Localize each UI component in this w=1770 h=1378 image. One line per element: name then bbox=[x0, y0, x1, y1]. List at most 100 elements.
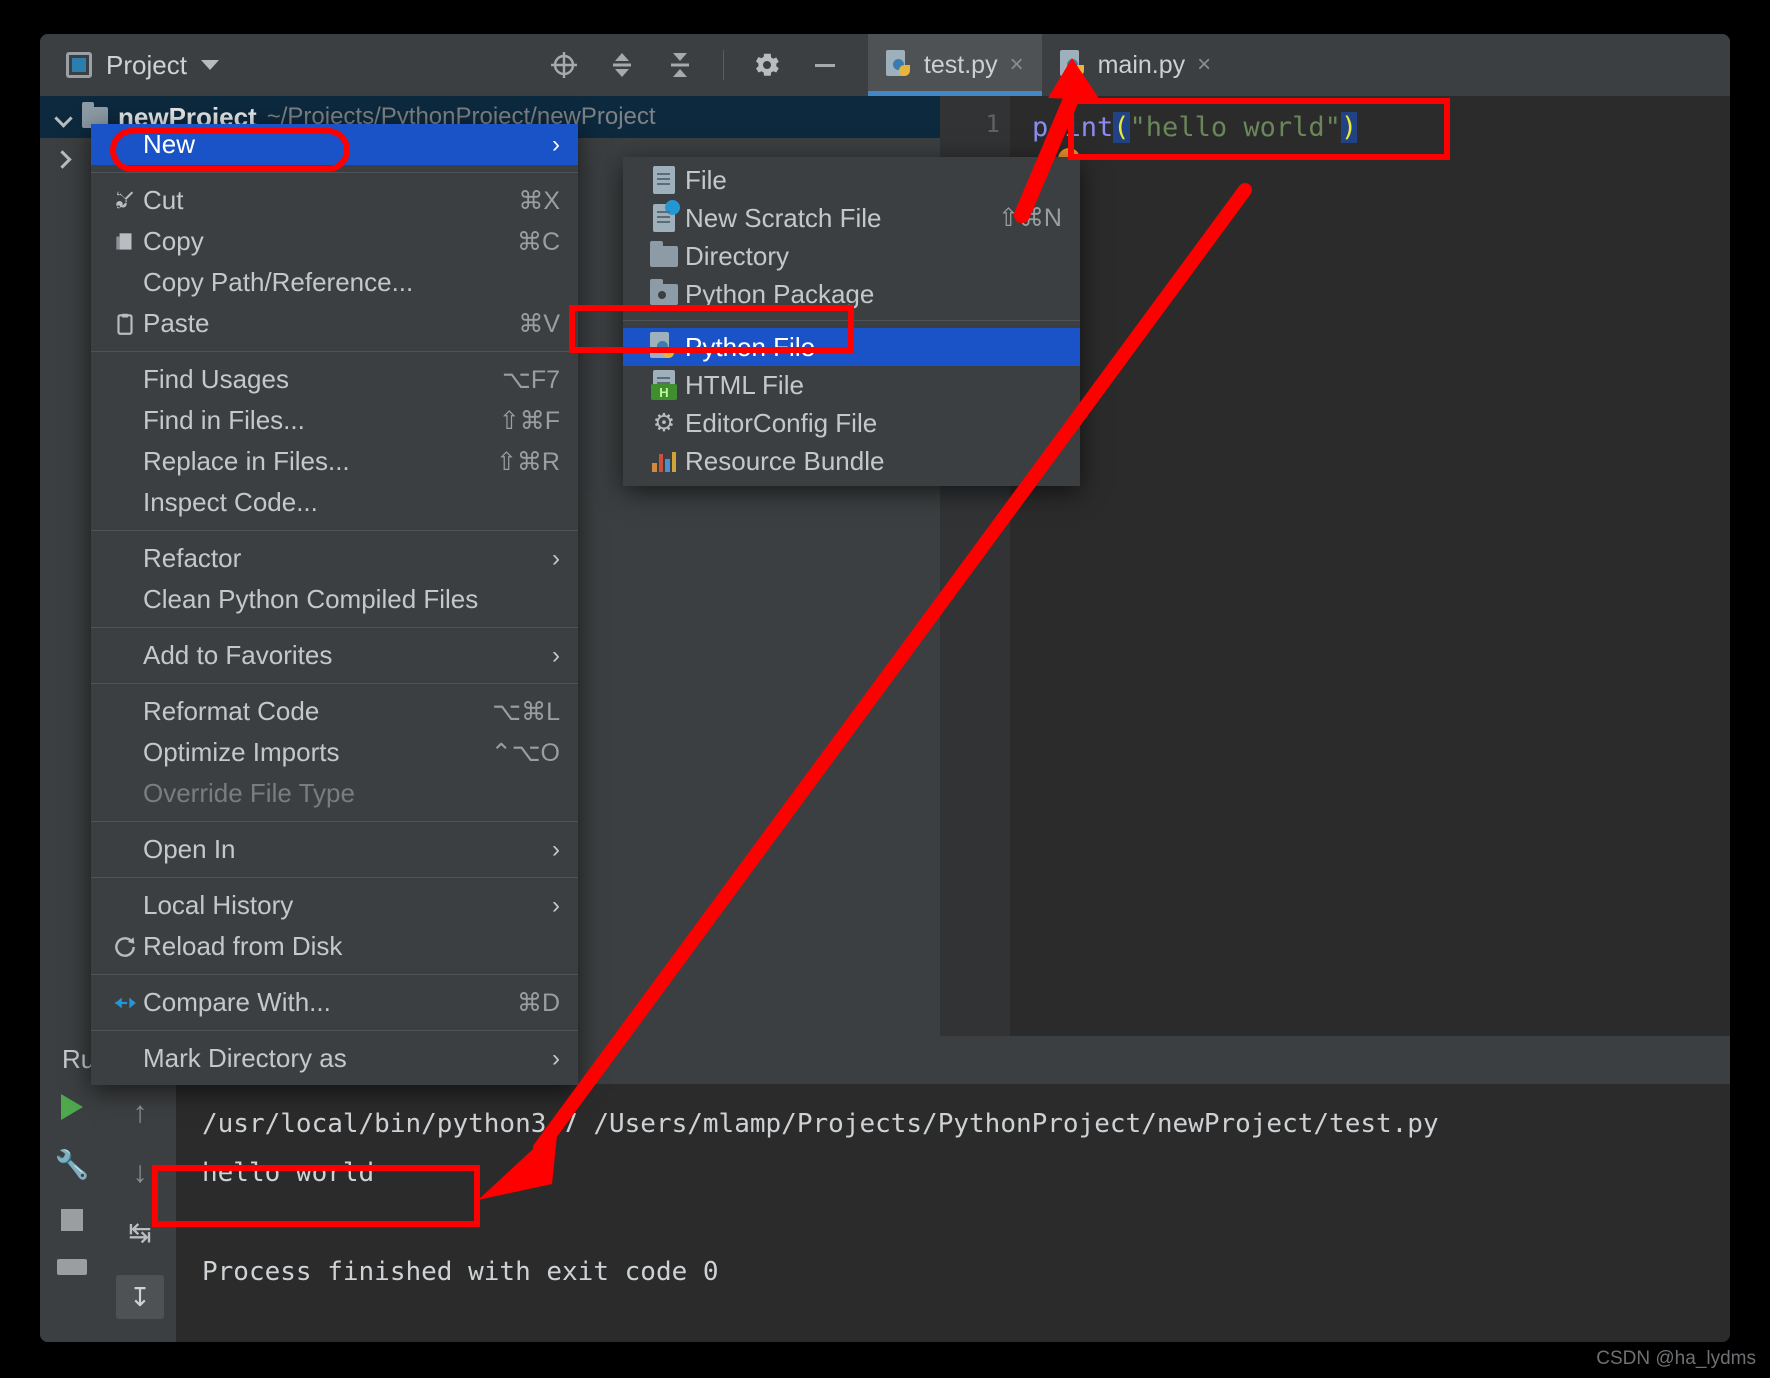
console-line-1: hello world bbox=[202, 1158, 375, 1189]
submenu-item-editorconfig-file[interactable]: ⚙ EditorConfig File bbox=[623, 404, 1080, 442]
soft-wrap-icon[interactable]: ↹ bbox=[128, 1216, 151, 1249]
menu-item-label: File bbox=[685, 164, 727, 195]
submenu-item-file[interactable]: File bbox=[623, 161, 1080, 199]
directory-icon bbox=[650, 240, 678, 267]
new-submenu[interactable]: File New Scratch File ⇧⌘N Directory Python P… bbox=[623, 157, 1080, 486]
menu-item-find-usages[interactable]: Find Usages ⌥F7 bbox=[91, 359, 578, 400]
submenu-item-directory[interactable]: Directory bbox=[623, 237, 1080, 275]
pycharm-window: Project test.py × main.py × newProject ~… bbox=[40, 34, 1730, 1342]
menu-item-new[interactable]: New › bbox=[91, 124, 578, 165]
submenu-item-resource-bundle[interactable]: Resource Bundle bbox=[623, 442, 1080, 480]
menu-item-replace-in-files[interactable]: Replace in Files... ⇧⌘R bbox=[91, 441, 578, 482]
menu-item-inspect-code[interactable]: Inspect Code... bbox=[91, 482, 578, 523]
menu-item-label: Inspect Code... bbox=[143, 487, 318, 517]
menu-item-label: Replace in Files... bbox=[143, 446, 350, 476]
submenu-item-new-scratch-file[interactable]: New Scratch File ⇧⌘N bbox=[623, 199, 1080, 237]
submenu-item-html-file[interactable]: H HTML File bbox=[623, 366, 1080, 404]
chevron-down-icon[interactable] bbox=[200, 60, 219, 70]
menu-item-icon bbox=[643, 166, 685, 194]
context-menu[interactable]: New › Cut ⌘X Copy ⌘C Copy Path/Reference... Pas… bbox=[91, 124, 578, 1085]
console-line-3: Process finished with exit code 0 bbox=[202, 1257, 719, 1288]
editor-tab-bar: test.py × main.py × bbox=[867, 34, 1230, 96]
menu-item-reformat-code[interactable]: Reformat Code ⌥⌘L bbox=[91, 691, 578, 732]
tab-test-py[interactable]: test.py × bbox=[867, 34, 1042, 96]
menu-item-label: Refactor bbox=[143, 543, 242, 573]
editor-code-area[interactable]: print("hello world") bbox=[1010, 96, 1730, 1036]
run-console-output[interactable]: /usr/local/bin/python3.7 /Users/mlamp/Pr… bbox=[176, 1084, 1730, 1342]
menu-item-label: EditorConfig File bbox=[685, 407, 878, 438]
wrench-icon[interactable]: 🔧 bbox=[55, 1148, 90, 1181]
menu-item-local-history[interactable]: Local History › bbox=[91, 885, 578, 926]
top-toolbar: Project test.py × main.py × bbox=[40, 34, 1730, 96]
menu-item-icon bbox=[643, 332, 685, 362]
chevron-right-icon: › bbox=[552, 130, 560, 158]
locate-icon[interactable] bbox=[549, 50, 579, 80]
run-body: 🔧 ↑ ↓ ↹ ↧ /usr/local/bin/python3.7 /User… bbox=[40, 1084, 1730, 1342]
menu-item-reload-from-disk[interactable]: Reload from Disk bbox=[91, 926, 578, 967]
run-actions-bar: 🔧 bbox=[40, 1084, 104, 1342]
menu-item-label: Python Package bbox=[685, 278, 875, 309]
menu-item-label: Clean Python Compiled Files bbox=[143, 584, 479, 614]
collapse-all-icon[interactable] bbox=[665, 50, 695, 80]
menu-item-paste[interactable]: Paste ⌘V bbox=[91, 303, 578, 344]
chevron-right-icon[interactable] bbox=[54, 150, 72, 168]
menu-item-copy-path-reference[interactable]: Copy Path/Reference... bbox=[91, 262, 578, 303]
menu-item-refactor[interactable]: Refactor › bbox=[91, 538, 578, 579]
project-tool-window-button[interactable]: Project bbox=[66, 50, 219, 81]
up-arrow-icon[interactable]: ↑ bbox=[133, 1096, 148, 1130]
console-line-0: /usr/local/bin/python3.7 /Users/mlamp/Pr… bbox=[202, 1109, 1439, 1139]
project-label: Project bbox=[106, 49, 187, 80]
menu-item-label: Mark Directory as bbox=[143, 1043, 347, 1073]
scroll-to-end-icon[interactable]: ↧ bbox=[116, 1275, 164, 1319]
menu-item-optimize-imports[interactable]: Optimize Imports ⌃⌥O bbox=[91, 732, 578, 773]
menu-item-shortcut: ⌘D bbox=[516, 988, 560, 1017]
tab-main-py[interactable]: main.py × bbox=[1042, 34, 1230, 96]
down-arrow-icon[interactable]: ↓ bbox=[133, 1156, 148, 1190]
rerun-icon[interactable] bbox=[61, 1094, 83, 1120]
menu-item-compare-with[interactable]: Compare With... ⌘D bbox=[91, 982, 578, 1023]
menu-item-label: New bbox=[143, 129, 196, 159]
watermark: CSDN @ha_lydms bbox=[1596, 1348, 1756, 1369]
chevron-down-icon[interactable] bbox=[54, 108, 72, 126]
close-icon[interactable]: × bbox=[1010, 51, 1024, 79]
submenu-item-python-file[interactable]: Python File bbox=[623, 328, 1080, 366]
project-panel-icon bbox=[66, 52, 92, 78]
menu-item-label: HTML File bbox=[685, 369, 804, 400]
chevron-right-icon: › bbox=[552, 544, 560, 572]
menu-separator bbox=[91, 627, 578, 628]
menu-item-copy[interactable]: Copy ⌘C bbox=[91, 221, 578, 262]
menu-item-cut[interactable]: Cut ⌘X bbox=[91, 180, 578, 221]
menu-item-label: Override File Type bbox=[143, 778, 355, 808]
menu-separator bbox=[91, 974, 578, 975]
menu-item-find-in-files[interactable]: Find in Files... ⇧⌘F bbox=[91, 400, 578, 441]
menu-item-mark-directory-as[interactable]: Mark Directory as › bbox=[91, 1038, 578, 1079]
chevron-right-icon: › bbox=[552, 891, 560, 919]
menu-item-override-file-type[interactable]: Override File Type bbox=[91, 773, 578, 814]
submenu-item-python-package[interactable]: Python Package bbox=[623, 275, 1080, 313]
console-line-2 bbox=[202, 1199, 1730, 1248]
menu-item-shortcut: ⌥F7 bbox=[502, 365, 560, 394]
layout-icon[interactable] bbox=[57, 1259, 87, 1275]
menu-item-icon bbox=[643, 200, 685, 232]
menu-separator bbox=[623, 320, 1080, 321]
menu-item-open-in[interactable]: Open In › bbox=[91, 829, 578, 870]
resource-bundle-icon bbox=[652, 450, 676, 472]
code-token-print: print bbox=[1032, 112, 1114, 143]
line-number: 1 bbox=[985, 110, 1000, 138]
menu-item-icon: ⚙ bbox=[643, 408, 685, 438]
code-token-open-paren: ( bbox=[1113, 112, 1130, 143]
menu-item-label: Python File bbox=[685, 331, 816, 362]
menu-item-icon bbox=[643, 278, 685, 305]
close-icon[interactable]: × bbox=[1197, 51, 1211, 79]
stop-icon[interactable] bbox=[61, 1209, 83, 1231]
hide-icon[interactable] bbox=[810, 50, 840, 80]
menu-item-label: Directory bbox=[685, 240, 790, 271]
menu-item-clean-python-compiled-files[interactable]: Clean Python Compiled Files bbox=[91, 579, 578, 620]
menu-item-add-to-favorites[interactable]: Add to Favorites › bbox=[91, 635, 578, 676]
menu-separator bbox=[91, 351, 578, 352]
expand-all-icon[interactable] bbox=[607, 50, 637, 80]
python-file-icon bbox=[1059, 50, 1086, 80]
code-token-string: "hello world" bbox=[1129, 112, 1341, 143]
menu-item-label: Copy Path/Reference... bbox=[143, 267, 414, 297]
settings-gear-icon[interactable] bbox=[752, 50, 782, 80]
